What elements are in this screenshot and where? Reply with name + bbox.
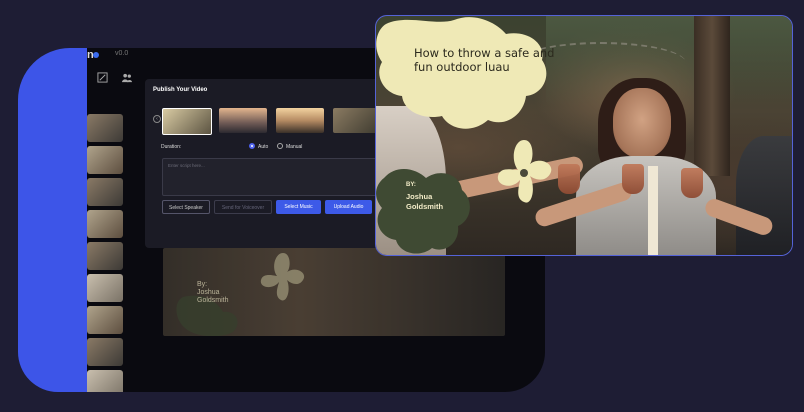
author-first-name: Joshua — [406, 192, 433, 201]
duration-manual-radio[interactable] — [277, 143, 283, 149]
duration-manual-label: Manual — [286, 144, 303, 150]
candle — [648, 166, 658, 255]
status-dot-icon — [93, 52, 99, 58]
glass — [622, 164, 644, 194]
app-version: v0.0 — [115, 50, 129, 57]
person-right — [736, 136, 792, 255]
video-thumbnail[interactable] — [333, 108, 380, 133]
byline-prefix: BY: — [406, 182, 416, 188]
cream-flower-shape — [497, 140, 552, 203]
modal-title: Publish Your Video — [153, 87, 208, 93]
slide-thumbnail[interactable] — [87, 370, 123, 392]
chevron-left-icon[interactable]: ‹ — [153, 115, 161, 123]
author-last-name: Goldsmith — [406, 202, 444, 211]
slide-thumbnail[interactable] — [87, 242, 123, 270]
people-icon[interactable] — [121, 72, 133, 84]
script-placeholder: Enter script here... — [168, 163, 205, 168]
glass — [681, 168, 703, 198]
duration-auto-radio[interactable] — [249, 143, 255, 149]
duration-auto-label: Auto — [258, 144, 269, 150]
upload-audio-button[interactable]: Upload Audio — [325, 200, 372, 214]
script-input[interactable]: Enter script here... — [162, 158, 380, 196]
send-voiceover-button[interactable]: Send for Voiceover — [214, 200, 272, 214]
slide-thumbnail[interactable] — [87, 338, 123, 366]
slide-thumbnail[interactable] — [87, 306, 123, 334]
slide-thumbnail[interactable] — [87, 178, 123, 206]
duration-label: Duration: — [161, 144, 182, 150]
slide-thumbnail[interactable] — [87, 146, 123, 174]
select-music-button[interactable]: Select Music — [276, 200, 321, 214]
glass — [558, 164, 580, 194]
edit-icon[interactable] — [97, 72, 109, 84]
publish-modal: Publish Your Video ‹ Duration: Auto Manu… — [145, 79, 380, 248]
video-preview[interactable]: By: Joshua Goldsmith — [163, 248, 505, 336]
video-thumbnail-selected[interactable] — [162, 108, 212, 135]
video-thumbnail[interactable] — [219, 108, 267, 133]
select-speaker-button[interactable]: Select Speaker — [162, 200, 210, 214]
slide-thumbnail[interactable] — [87, 114, 123, 142]
card-headline: How to throw a safe and fun outdoor luau — [414, 46, 555, 74]
preview-byline: By: Joshua Goldsmith — [197, 281, 229, 304]
slide-thumbnail[interactable] — [87, 210, 123, 238]
card-byline: BY: Joshua Goldsmith — [406, 180, 443, 212]
woman-face — [613, 88, 671, 158]
tree-trunk — [694, 16, 730, 176]
cream-splash-shape — [376, 17, 547, 129]
flower-shape-icon — [260, 253, 305, 301]
video-thumbnail[interactable] — [276, 108, 324, 133]
slide-thumbnail[interactable] — [87, 274, 123, 302]
video-hero-card[interactable]: How to throw a safe and fun outdoor luau… — [375, 15, 793, 256]
